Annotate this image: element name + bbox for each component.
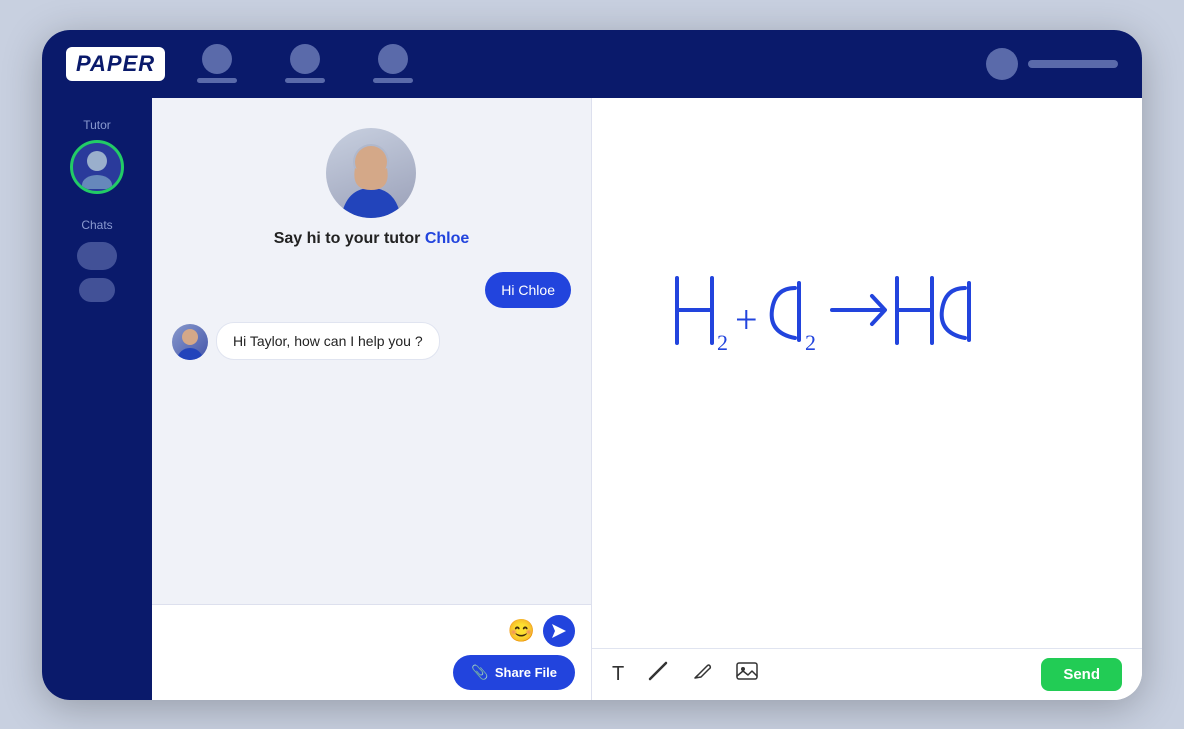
- emoji-button[interactable]: 😊: [508, 618, 535, 644]
- svg-text:2: 2: [717, 330, 728, 355]
- device-frame: PAPER Tutor: [42, 30, 1142, 700]
- chat-panel: Say hi to your tutor Chloe Hi Chloe: [152, 98, 592, 700]
- image-tool-button[interactable]: [736, 661, 758, 687]
- message-bubble-1: Hi Chloe: [485, 272, 571, 308]
- pen-tool-button[interactable]: [692, 661, 712, 687]
- chat-input-area: 😊 📎 Share File: [152, 604, 591, 700]
- nav-avatar: [986, 48, 1018, 80]
- tutor-avatar-svg: [75, 145, 119, 189]
- nav-icon-circle-1: [202, 44, 232, 74]
- message-avatar-svg: [172, 324, 208, 360]
- image-icon: [736, 661, 758, 681]
- message-avatar-tutor: [172, 324, 208, 360]
- chat-input-row: 😊: [168, 615, 575, 647]
- nav-icon-line-3: [373, 78, 413, 83]
- main-content: Tutor Chats: [42, 98, 1142, 700]
- sidebar: Tutor Chats: [42, 98, 152, 700]
- message-row-1: Hi Chloe: [172, 272, 571, 308]
- nav-icon-circle-2: [290, 44, 320, 74]
- message-bubble-2: Hi Taylor, how can I help you ?: [216, 322, 440, 360]
- whiteboard-send-button[interactable]: Send: [1041, 658, 1122, 691]
- eraser-icon: [648, 661, 668, 681]
- text-tool-button[interactable]: T: [612, 663, 624, 686]
- send-icon: [552, 624, 566, 638]
- tutor-intro: Say hi to your tutor Chloe: [274, 128, 470, 248]
- formula-svg: 2 + 2: [657, 258, 1077, 378]
- share-file-button[interactable]: 📎 Share File: [453, 655, 575, 690]
- tutor-silhouette-svg: [336, 140, 406, 218]
- tutor-greeting: Say hi to your tutor Chloe: [274, 230, 470, 248]
- whiteboard-toolbar: T: [592, 648, 1142, 700]
- nav-icon-circle-3: [378, 44, 408, 74]
- chat-icon-1[interactable]: [77, 242, 117, 270]
- chat-input[interactable]: [168, 622, 500, 639]
- eraser-tool-button[interactable]: [648, 661, 668, 687]
- sidebar-chats-section: Chats: [42, 218, 152, 310]
- chat-body: Say hi to your tutor Chloe Hi Chloe: [152, 98, 591, 604]
- paperclip-icon: 📎: [471, 664, 488, 681]
- nav-icon-line-1: [197, 78, 237, 83]
- send-message-button[interactable]: [543, 615, 575, 647]
- logo: PAPER: [66, 47, 165, 81]
- nav-item-3[interactable]: [373, 44, 413, 83]
- tutor-name: Chloe: [425, 230, 469, 247]
- logo-text: PAPER: [76, 51, 155, 76]
- pen-icon: [692, 661, 712, 681]
- nav-item-1[interactable]: [197, 44, 237, 83]
- top-nav: PAPER: [42, 30, 1142, 98]
- svg-text:+: +: [735, 297, 758, 342]
- whiteboard-panel: 2 + 2: [592, 98, 1142, 700]
- whiteboard-canvas[interactable]: 2 + 2: [592, 98, 1142, 648]
- sidebar-tutor-label: Tutor: [83, 118, 111, 132]
- nav-icons: [197, 44, 986, 83]
- message-row-2: Hi Taylor, how can I help you ?: [172, 322, 571, 360]
- sidebar-tutor-avatar[interactable]: [70, 140, 124, 194]
- svg-text:2: 2: [805, 330, 816, 355]
- nav-icon-line-2: [285, 78, 325, 83]
- sidebar-tutor-section: Tutor: [42, 118, 152, 194]
- workspace: Say hi to your tutor Chloe Hi Chloe: [152, 98, 1142, 700]
- share-file-row: 📎 Share File: [168, 655, 575, 690]
- chat-icon-2[interactable]: [79, 278, 115, 302]
- nav-username-bar: [1028, 60, 1118, 68]
- share-file-label: Share File: [495, 665, 557, 680]
- tutor-avatar-large: [326, 128, 416, 218]
- nav-right: [986, 48, 1118, 80]
- sidebar-chats-label: Chats: [81, 218, 112, 232]
- nav-item-2[interactable]: [285, 44, 325, 83]
- chat-messages: Hi Chloe Hi Taylor, how can I help you ?: [172, 272, 571, 360]
